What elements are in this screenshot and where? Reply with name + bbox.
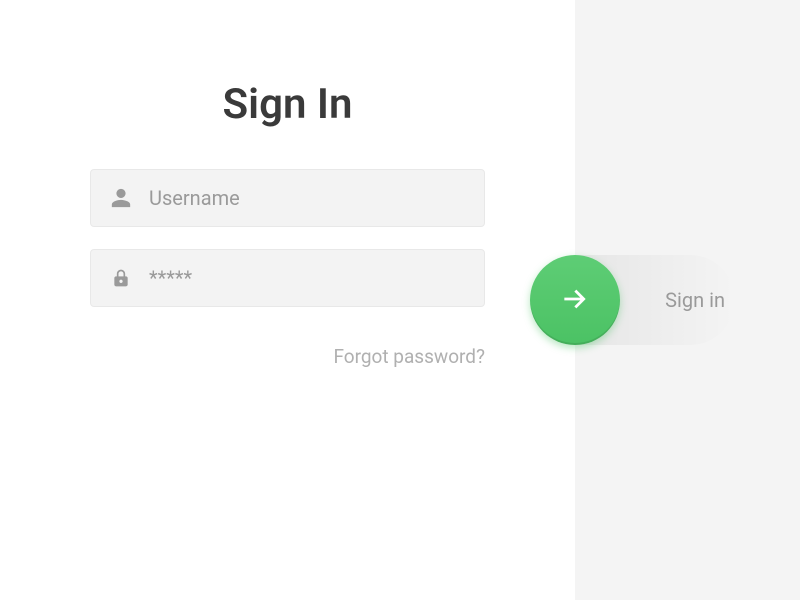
login-panel: Sign In Forgot password? [0,0,575,600]
password-group[interactable] [90,249,485,307]
signin-slider[interactable]: Sign in [530,255,735,345]
username-group[interactable] [90,169,485,227]
page-title: Sign In [223,80,353,129]
forgot-password-link[interactable]: Forgot password? [333,345,485,368]
signin-label: Sign in [665,288,725,312]
user-icon [109,186,133,210]
lock-icon [109,266,133,290]
action-panel: Sign in [575,0,800,600]
arrow-right-icon [559,283,591,318]
signin-button[interactable] [530,255,620,345]
password-input[interactable] [149,266,466,290]
login-form: Forgot password? [90,169,485,368]
username-input[interactable] [149,186,466,210]
